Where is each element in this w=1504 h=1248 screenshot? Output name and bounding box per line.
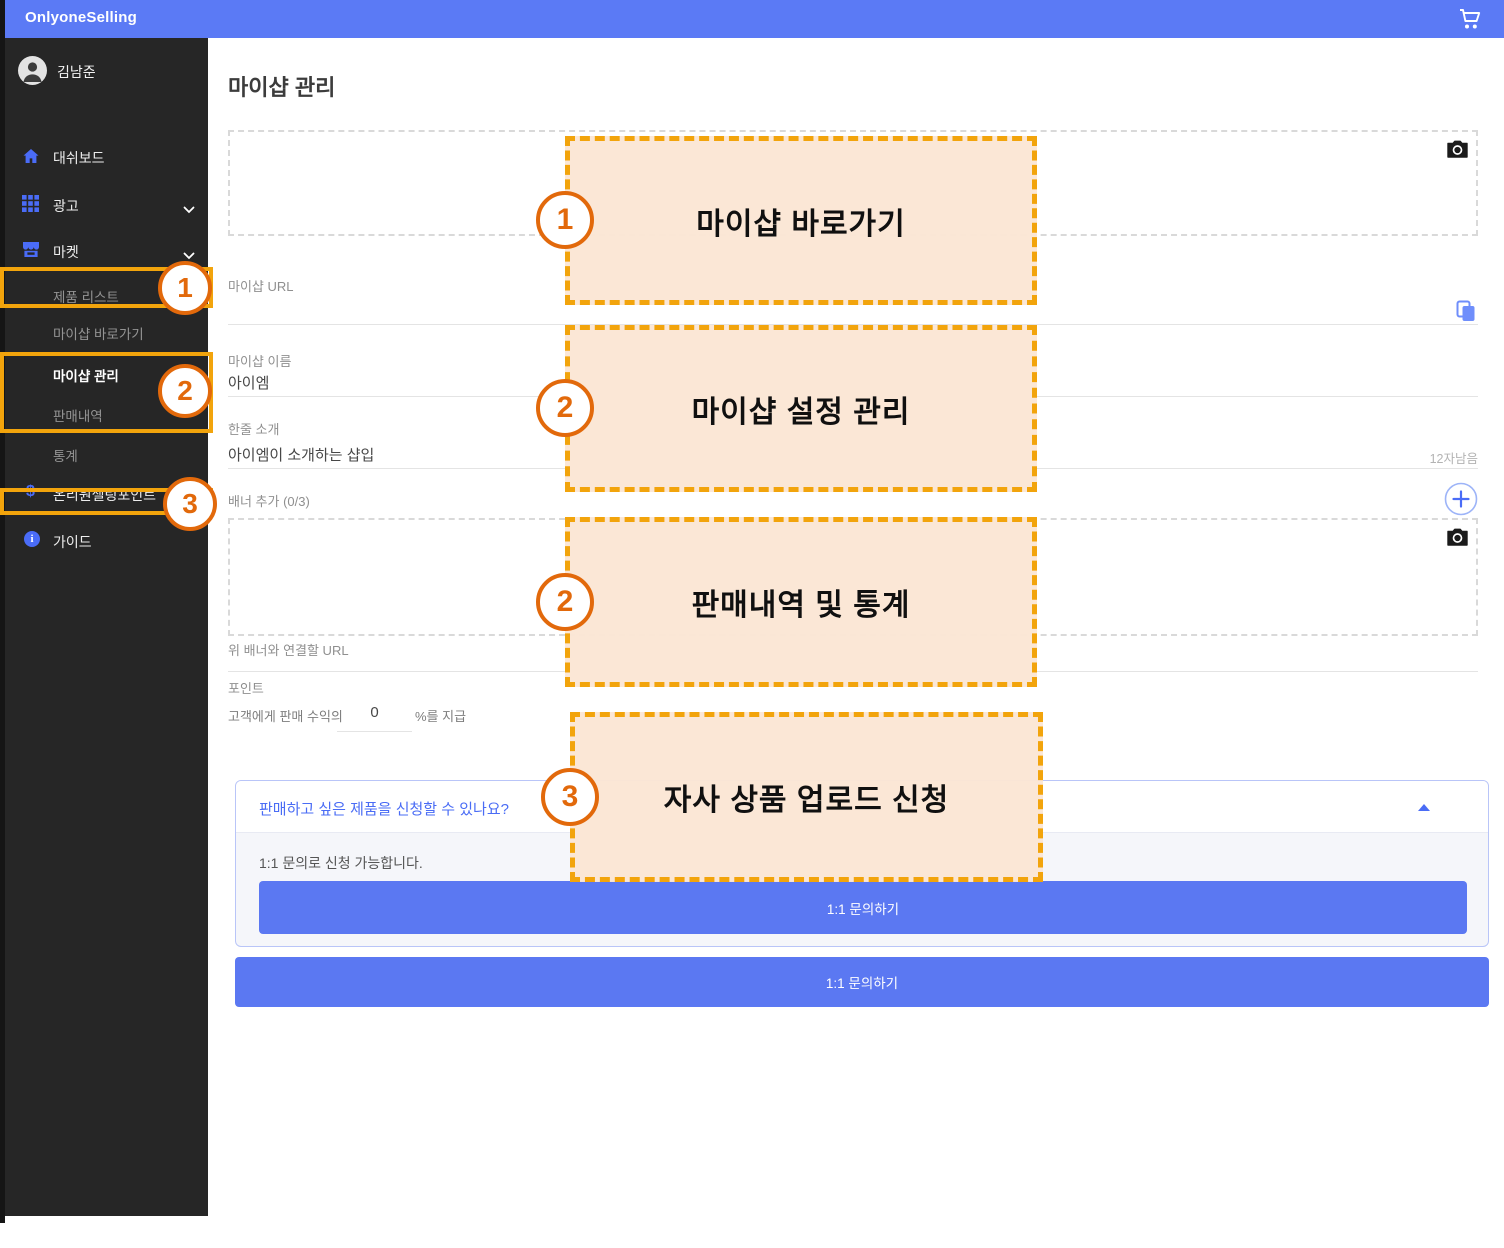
camera-icon[interactable] bbox=[1447, 140, 1468, 158]
sidebar-item-label: 마켓 bbox=[53, 242, 79, 262]
sidebar-item-label: 통계 bbox=[53, 445, 78, 465]
point-input-underline bbox=[337, 731, 412, 732]
myshop-name-input[interactable]: 아이엠 bbox=[228, 372, 269, 393]
callout-number-badge: 2 bbox=[536, 379, 594, 437]
banner-url-label: 위 배너와 연결할 URL bbox=[228, 640, 349, 659]
sidebar-item-label: 대쉬보드 bbox=[53, 148, 105, 168]
myshop-name-label: 마이샵 이름 bbox=[228, 351, 291, 370]
collapse-arrow-icon[interactable] bbox=[1418, 804, 1430, 811]
brand-logo: OnlyoneSelling bbox=[25, 9, 137, 26]
sidebar-item-guide[interactable]: i 가이드 bbox=[5, 526, 208, 556]
callout-number-badge: 2 bbox=[536, 573, 594, 631]
sidebar-item-ads[interactable]: 광고 bbox=[5, 190, 208, 220]
callout-label: 마이샵 바로가기 bbox=[696, 199, 906, 243]
callout-box-4: 자사 상품 업로드 신청 bbox=[570, 712, 1043, 882]
top-bar: OnlyoneSelling bbox=[5, 0, 1504, 38]
app-window: OnlyoneSelling 김남준 대쉬보드 광고 bbox=[0, 0, 1504, 1248]
left-edge-strip bbox=[0, 0, 5, 1223]
callout-box-2: 마이샵 설정 관리 bbox=[565, 325, 1037, 492]
user-name: 김남준 bbox=[57, 62, 96, 82]
callout-box-1: 마이샵 바로가기 bbox=[565, 136, 1037, 305]
sidebar-item-label: 마이샵 바로가기 bbox=[53, 323, 144, 343]
point-percent-input[interactable]: 0 bbox=[337, 704, 412, 721]
grid-icon bbox=[22, 195, 40, 213]
cart-icon[interactable] bbox=[1458, 8, 1482, 30]
sidebar-subitem-myshop-shortcut[interactable]: 마이샵 바로가기 bbox=[5, 317, 208, 347]
user-avatar[interactable] bbox=[18, 56, 47, 85]
callout-box-3: 판매내역 및 통계 bbox=[565, 517, 1037, 687]
chevron-down-icon bbox=[183, 201, 195, 209]
copy-icon[interactable] bbox=[1456, 300, 1476, 322]
faq-question: 판매하고 싶은 제품을 신청할 수 있나요? bbox=[259, 798, 509, 819]
faq-inquiry-button[interactable]: 1:1 문의하기 bbox=[259, 881, 1467, 934]
faq-answer: 1:1 문의로 신청 가능합니다. bbox=[259, 853, 423, 873]
store-icon bbox=[22, 241, 40, 259]
chevron-down-icon bbox=[183, 247, 195, 255]
callout-number-badge: 3 bbox=[541, 768, 599, 826]
sidebar-number-badge: 2 bbox=[158, 364, 212, 418]
sidebar-item-dashboard[interactable]: 대쉬보드 bbox=[5, 142, 208, 172]
callout-label: 판매내역 및 통계 bbox=[692, 580, 911, 624]
banner-add-label: 배너 추가 (0/3) bbox=[228, 491, 310, 510]
sidebar-number-badge: 1 bbox=[158, 261, 212, 315]
sidebar-subitem-stats[interactable]: 통계 bbox=[5, 439, 208, 469]
add-banner-button[interactable] bbox=[1444, 482, 1478, 516]
sidebar-number-badge: 3 bbox=[163, 477, 217, 531]
point-sentence-prefix: 고객에게 판매 수익의 bbox=[228, 706, 343, 725]
camera-icon[interactable] bbox=[1447, 528, 1468, 546]
sidebar-item-label: 광고 bbox=[53, 196, 79, 216]
home-icon bbox=[22, 147, 40, 165]
intro-input[interactable]: 아이엠이 소개하는 샵입 bbox=[228, 444, 374, 465]
callout-number-badge: 1 bbox=[536, 191, 594, 249]
sidebar: 김남준 대쉬보드 광고 마켓 bbox=[5, 38, 208, 1216]
point-label: 포인트 bbox=[228, 678, 264, 697]
sidebar-item-label: 가이드 bbox=[53, 532, 92, 552]
chars-remaining: 12자남음 bbox=[1378, 448, 1478, 467]
inquiry-button[interactable]: 1:1 문의하기 bbox=[235, 957, 1489, 1007]
callout-label: 자사 상품 업로드 신청 bbox=[664, 775, 949, 819]
page-title: 마이샵 관리 bbox=[228, 70, 335, 102]
myshop-url-label: 마이샵 URL bbox=[228, 276, 294, 295]
info-icon: i bbox=[24, 531, 40, 547]
callout-label: 마이샵 설정 관리 bbox=[692, 387, 911, 431]
point-sentence-suffix: %를 지급 bbox=[415, 706, 466, 725]
intro-label: 한줄 소개 bbox=[228, 419, 279, 438]
